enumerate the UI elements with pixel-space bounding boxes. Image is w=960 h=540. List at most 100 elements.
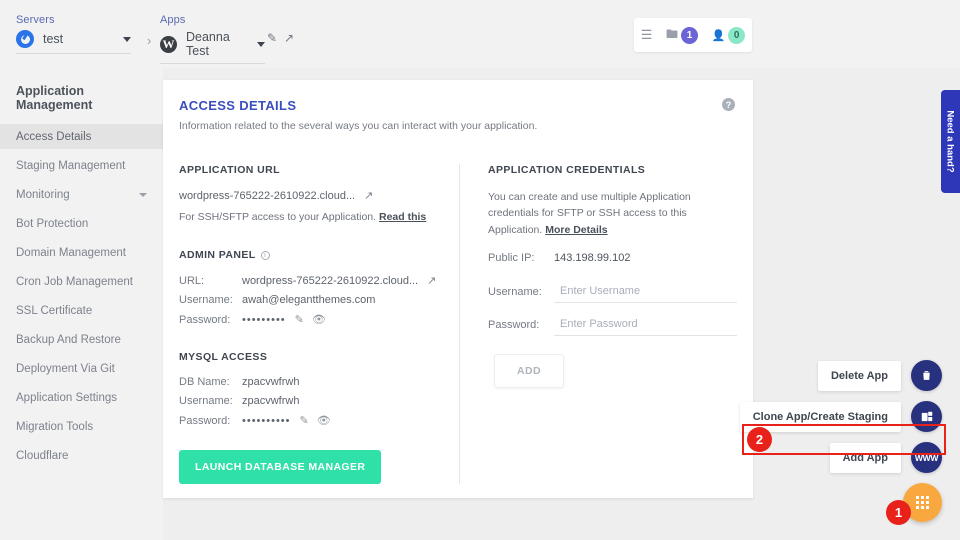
team-counter[interactable]: 👤 0 [712, 27, 746, 44]
admin-url-row: URL: wordpress-765222-2610922.cloud... ↗ [179, 274, 447, 287]
sidebar-item-cloudflare[interactable]: Cloudflare [0, 443, 163, 468]
sidebar-item-access-details[interactable]: Access Details [0, 124, 163, 149]
edit-pencil-icon[interactable]: ✎ [295, 313, 304, 326]
sidebar-item-migration-tools[interactable]: Migration Tools [0, 414, 163, 439]
add-credential-button[interactable]: ADD [494, 354, 564, 388]
trash-icon[interactable] [911, 360, 942, 391]
chevron-down-icon[interactable] [139, 193, 147, 197]
sidebar-item-cron-job-management[interactable]: Cron Job Management [0, 269, 163, 294]
mysql-access-heading: MYSQL ACCESS [179, 351, 447, 363]
list-counter[interactable]: ☰ [641, 27, 653, 43]
mysql-password-key: Password: [179, 415, 242, 427]
credentials-username-row: Username: [488, 282, 737, 303]
mysql-password-row: Password: •••••••••• ✎ 👁 [179, 414, 447, 427]
application-credentials-heading: APPLICATION CREDENTIALS [488, 164, 737, 176]
sidebar-item-label: Migration Tools [16, 421, 93, 433]
read-this-link[interactable]: Read this [379, 211, 426, 223]
chevron-down-icon[interactable] [257, 42, 265, 47]
sidebar-item-application-settings[interactable]: Application Settings [0, 385, 163, 410]
servers-label: Servers [16, 14, 131, 26]
external-link-icon[interactable]: ↗ [284, 31, 294, 45]
sidebar-item-label: Access Details [16, 131, 91, 143]
admin-password-key: Password: [179, 314, 242, 326]
sidebar-item-label: Backup And Restore [16, 334, 121, 346]
sidebar-item-backup-and-restore[interactable]: Backup And Restore [0, 327, 163, 352]
mysql-username-key: Username: [179, 395, 242, 407]
sidebar-item-deployment-via-git[interactable]: Deployment Via Git [0, 356, 163, 381]
mysql-dbname-value: zpacvwfrwh [242, 376, 299, 388]
page-title: ACCESS DETAILS [179, 98, 733, 113]
need-a-hand-tab[interactable]: Need a hand? [941, 90, 960, 193]
sidebar-item-label: Domain Management [16, 247, 126, 259]
credentials-password-label: Password: [488, 319, 554, 331]
cloudways-server-icon [16, 30, 34, 48]
eye-icon[interactable]: 👁 [317, 414, 331, 427]
public-ip-row: Public IP: 143.198.99.102 [488, 252, 737, 264]
sidebar-item-staging-management[interactable]: Staging Management [0, 153, 163, 178]
ssh-sftp-note-text: For SSH/SFTP access to your Application. [179, 211, 379, 223]
delete-app-label[interactable]: Delete App [818, 361, 901, 391]
admin-username-row: Username: awah@elegantthemes.com [179, 294, 447, 306]
external-link-icon[interactable]: ↗ [427, 274, 436, 287]
sidebar-item-label: Staging Management [16, 160, 125, 172]
credentials-username-input[interactable] [554, 282, 737, 303]
mysql-dbname-key: DB Name: [179, 376, 242, 388]
public-ip-value: 143.198.99.102 [554, 252, 630, 264]
mysql-dbname-row: DB Name: zpacvwfrwh [179, 376, 447, 388]
annotation-box-clone-app [742, 424, 946, 455]
sidebar-title: Application Management [0, 84, 163, 124]
top-bar: Servers test › Apps W Deanna Test ✎ ↗ ☰ [0, 0, 960, 68]
sidebar-item-label: Cloudflare [16, 450, 68, 462]
server-selector[interactable]: test [16, 30, 131, 54]
access-details-card: ACCESS DETAILS Information related to th… [163, 80, 753, 498]
application-credentials-heading-label: APPLICATION CREDENTIALS [488, 164, 645, 176]
fab-main-row [732, 483, 942, 522]
app-name: Deanna Test [186, 30, 248, 58]
sidebar-item-monitoring[interactable]: Monitoring [0, 182, 163, 207]
team-count-badge: 0 [728, 27, 745, 44]
eye-icon[interactable]: 👁 [312, 313, 326, 326]
sidebar-item-bot-protection[interactable]: Bot Protection [0, 211, 163, 236]
annotation-marker-1: 1 [886, 500, 911, 525]
sidebar-item-label: Bot Protection [16, 218, 88, 230]
right-column: APPLICATION CREDENTIALS You can create a… [459, 164, 737, 484]
apps-counter[interactable]: 🖿 1 [666, 25, 698, 46]
ssh-sftp-note: For SSH/SFTP access to your Application.… [179, 211, 447, 223]
admin-password-row: Password: ••••••••• ✎ 👁 [179, 313, 447, 326]
help-icon[interactable]: ? [722, 98, 735, 111]
sidebar: Application Management Access Details St… [0, 68, 163, 540]
app-selector[interactable]: W Deanna Test [160, 30, 265, 64]
mysql-access-heading-label: MYSQL ACCESS [179, 351, 267, 363]
mysql-password-value: •••••••••• [242, 415, 291, 427]
need-a-hand-label: Need a hand? [945, 110, 956, 172]
admin-url-value: wordpress-765222-2610922.cloud... [242, 275, 418, 287]
spacer [179, 223, 447, 249]
credentials-password-input[interactable] [554, 315, 737, 336]
admin-panel-heading: ADMIN PANEL i [179, 249, 447, 261]
edit-pencil-icon[interactable]: ✎ [267, 31, 277, 45]
sidebar-item-label: Application Settings [16, 392, 117, 404]
admin-url-key: URL: [179, 275, 242, 287]
mysql-username-value: zpacvwfrwh [242, 395, 299, 407]
admin-panel-heading-label: ADMIN PANEL [179, 249, 256, 261]
server-name: test [43, 32, 63, 46]
apps-count-badge: 1 [681, 27, 698, 44]
sidebar-item-ssl-certificate[interactable]: SSL Certificate [0, 298, 163, 323]
card-header: ACCESS DETAILS Information related to th… [163, 80, 753, 132]
sidebar-item-domain-management[interactable]: Domain Management [0, 240, 163, 265]
edit-pencil-icon[interactable]: ✎ [300, 414, 309, 427]
admin-password-value: ••••••••• [242, 314, 286, 326]
public-ip-key: Public IP: [488, 252, 554, 264]
breadcrumb-apps: Apps W Deanna Test [160, 14, 265, 64]
chevron-down-icon[interactable] [123, 37, 131, 42]
application-url-heading-label: APPLICATION URL [179, 164, 280, 176]
fab-row-delete-app: Delete App [732, 360, 942, 391]
cloudways-access-details-page: Servers test › Apps W Deanna Test ✎ ↗ ☰ [0, 0, 960, 540]
info-icon[interactable]: i [261, 251, 270, 260]
external-link-icon[interactable]: ↗ [364, 189, 373, 202]
application-url-heading: APPLICATION URL [179, 164, 447, 176]
admin-username-key: Username: [179, 294, 242, 306]
launch-database-manager-button[interactable]: LAUNCH DATABASE MANAGER [179, 450, 381, 484]
spacer [179, 333, 447, 351]
more-details-link[interactable]: More Details [545, 224, 607, 236]
